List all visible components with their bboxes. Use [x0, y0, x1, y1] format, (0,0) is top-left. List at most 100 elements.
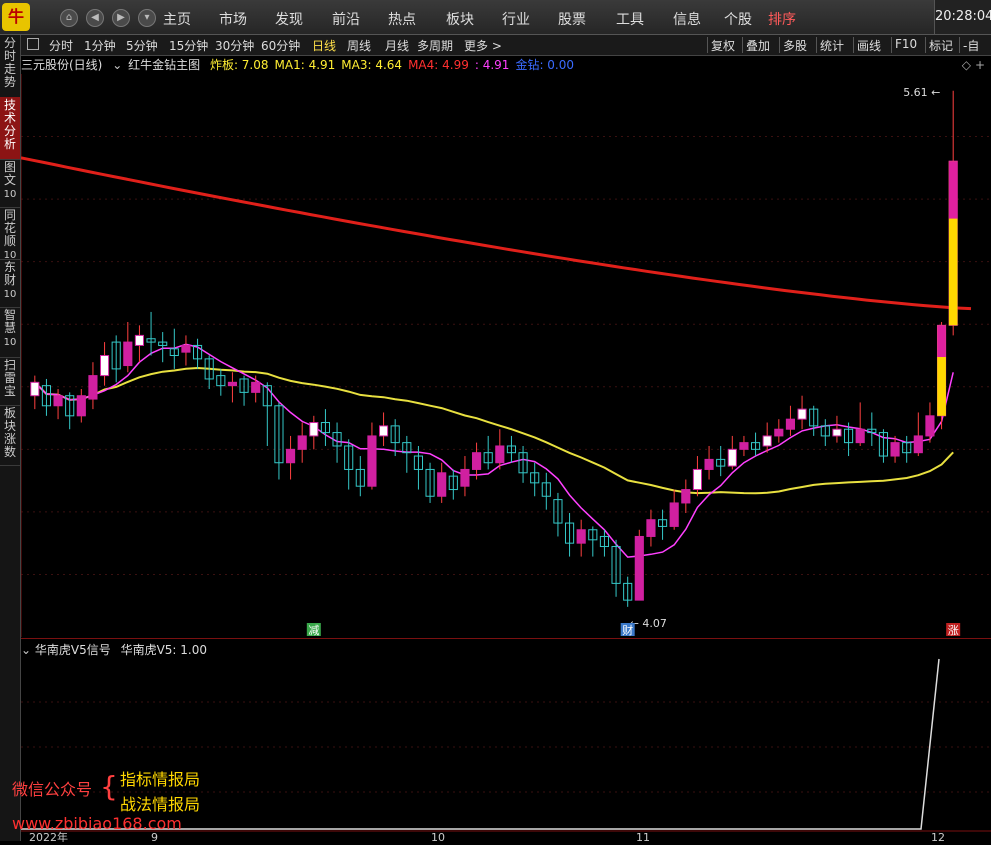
- sidebar-item-7[interactable]: 板 块 涨 数: [0, 405, 20, 466]
- limit-up-candle-top: [948, 161, 958, 219]
- ma-red-line: [20, 156, 972, 311]
- candle-body: [53, 395, 63, 407]
- sub-collapse-icon[interactable]: ⌄: [21, 643, 31, 657]
- limit-up-candle-top: [937, 325, 946, 358]
- sub-indicator-value: 华南虎V5: 1.00: [120, 643, 207, 657]
- menu-11[interactable]: 排序: [768, 9, 796, 29]
- menu-6[interactable]: 行业: [502, 9, 530, 29]
- timeframe-0[interactable]: 分时: [49, 37, 73, 54]
- tool-2[interactable]: 多股: [783, 37, 807, 54]
- info-item-3: MA4: 4.99: [408, 58, 469, 72]
- menu-8[interactable]: 工具: [616, 9, 644, 29]
- candle-body: [797, 408, 807, 420]
- sidebar-item-3[interactable]: 同 花 顺 10: [0, 207, 20, 261]
- sidebar-item-0[interactable]: 分 时 走 势: [0, 35, 20, 98]
- sidebar-item-5[interactable]: 智 慧 10: [0, 307, 20, 358]
- tool-1[interactable]: 叠加: [746, 37, 770, 54]
- sidebar-item-4[interactable]: 东 财 10: [0, 259, 20, 308]
- menu-7[interactable]: 股票: [558, 9, 586, 29]
- candle-body: [576, 529, 586, 544]
- tool-3[interactable]: 统计: [820, 37, 844, 54]
- info-item-4: : 4.91: [474, 58, 510, 72]
- candle-body: [785, 418, 796, 430]
- date-axis-label: 10: [431, 831, 445, 842]
- candle-body: [437, 472, 447, 497]
- candle-body: [669, 502, 679, 527]
- candle-body: [913, 435, 923, 454]
- sub-indicator-name[interactable]: 华南虎V5信号: [35, 643, 111, 657]
- event-marker: 财: [622, 623, 633, 637]
- candle-body: [251, 381, 261, 393]
- date-axis-label: 12: [931, 831, 945, 842]
- tool-4[interactable]: 画线: [857, 37, 881, 54]
- menu-1[interactable]: 市场: [219, 9, 247, 29]
- timeframe-1[interactable]: 1分钟: [84, 37, 116, 54]
- menu-3[interactable]: 前沿: [332, 9, 360, 29]
- timeframe-2[interactable]: 5分钟: [126, 37, 158, 54]
- candle-body: [832, 428, 842, 437]
- menu-0[interactable]: 主页: [163, 9, 191, 29]
- candle-body: [297, 435, 307, 450]
- timeframe-7[interactable]: 周线: [347, 37, 371, 54]
- candle-body: [30, 381, 40, 397]
- clock: 20:28:04: [934, 0, 991, 34]
- low-price-label: ← 4.07: [630, 617, 667, 630]
- menu-10[interactable]: 个股: [724, 9, 752, 29]
- watermark-brace: {: [100, 770, 118, 803]
- menu-2[interactable]: 发现: [275, 9, 303, 29]
- indicator-dropdown-icon[interactable]: ⌄: [112, 58, 122, 72]
- candle-body: [774, 428, 784, 437]
- home-icon[interactable]: ⌂: [60, 9, 78, 27]
- candlestick-svg[interactable]: 5.61 ← ← 4.07 减 财 涨: [20, 74, 991, 637]
- timeframe-3[interactable]: 15分钟: [169, 37, 208, 54]
- indicator-info-bar: 三元股份(日线) ⌄ 红牛金钻主图 炸板: 7.08 MA1: 4.91 MA3: …: [21, 56, 991, 74]
- info-item-0: 炸板: 7.08: [209, 58, 269, 72]
- sidebar-item-2[interactable]: 图 文 10: [0, 159, 20, 208]
- candle-body: [762, 435, 772, 447]
- candle-body: [634, 535, 644, 601]
- candle-body: [855, 428, 865, 444]
- diamond-icon[interactable]: ◇: [962, 58, 971, 72]
- candle-body: [285, 448, 296, 464]
- stock-name[interactable]: 三元股份(日线): [21, 58, 102, 72]
- tool-5[interactable]: F10: [895, 37, 917, 51]
- candle-body: [123, 341, 133, 367]
- candle-body: [681, 489, 691, 504]
- sidebar-item-1[interactable]: 技 术 分 析: [0, 97, 20, 160]
- candle-body: [227, 381, 238, 387]
- indicator-name[interactable]: 红牛金钻主图: [128, 58, 200, 72]
- timeframe-5[interactable]: 60分钟: [261, 37, 300, 54]
- event-marker: 涨: [948, 624, 959, 637]
- timeframe-4[interactable]: 30分钟: [215, 37, 254, 54]
- tool-0[interactable]: 复权: [711, 37, 735, 54]
- app-logo[interactable]: 牛: [2, 3, 30, 31]
- candle-body: [704, 458, 714, 470]
- add-icon[interactable]: +: [975, 58, 985, 72]
- watermark-wechat: 微信公众号: [12, 780, 93, 799]
- timeframe-6[interactable]: 日线: [312, 37, 336, 54]
- candle-body: [739, 442, 749, 450]
- dropdown-icon[interactable]: ▾: [138, 9, 156, 27]
- candle-body: [76, 395, 86, 417]
- tool-6[interactable]: 标记: [929, 37, 953, 54]
- timeframe-8[interactable]: 月线: [385, 37, 409, 54]
- forward-icon[interactable]: ▶: [112, 9, 130, 27]
- menu-9[interactable]: 信息: [673, 9, 701, 29]
- info-item-5: 金钻: 0.00: [515, 58, 575, 72]
- back-icon[interactable]: ◀: [86, 9, 104, 27]
- timeframe-9[interactable]: 多周期: [417, 37, 453, 54]
- layout-toggle-icon[interactable]: [27, 38, 39, 50]
- info-item-2: MA3: 4.64: [341, 58, 403, 72]
- candle-body: [890, 442, 900, 457]
- timeframe-10[interactable]: 更多 >: [464, 37, 502, 54]
- price-chart[interactable]: 5.61 ← ← 4.07 减 财 涨: [20, 74, 991, 637]
- ma-short-line: [34, 343, 954, 558]
- watermark-line1: 指标情报局: [120, 770, 201, 789]
- menu-4[interactable]: 热点: [388, 9, 416, 29]
- info-item-1: MA1: 4.91: [274, 58, 336, 72]
- candle-body: [309, 422, 319, 437]
- candle-body: [134, 334, 145, 346]
- menu-5[interactable]: 板块: [446, 9, 474, 29]
- candle-body: [727, 448, 737, 467]
- sidebar-item-6[interactable]: 扫 雷 宝: [0, 357, 20, 406]
